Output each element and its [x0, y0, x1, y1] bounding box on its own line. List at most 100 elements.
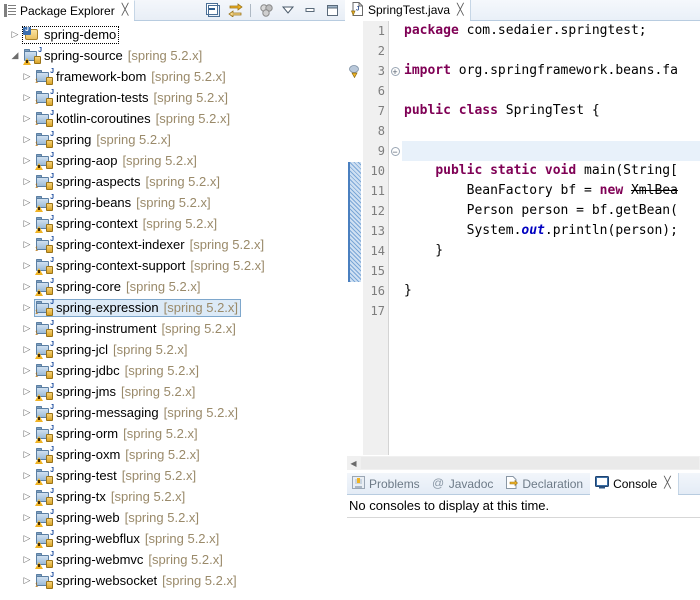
code-line[interactable]: public static void main(String[	[404, 161, 700, 181]
bottom-tab-console[interactable]: Console ╳	[590, 473, 679, 495]
tree-item[interactable]: ▷ J 1 spring [spring 5.2.x]	[0, 129, 345, 150]
tree-item-content[interactable]: Jspring-webflux [spring 5.2.x]	[34, 530, 222, 548]
collapse-arrow-icon[interactable]: ◢	[8, 51, 22, 60]
tree-item[interactable]: ▷ Jspring-orm [spring 5.2.x]	[0, 423, 345, 444]
source-text[interactable]: package com.sedaier.springtest; import o…	[402, 21, 700, 455]
expand-arrow-icon[interactable]: ▷	[20, 240, 34, 249]
tree-item-content[interactable]: J 1 kotlin-coroutines [spring 5.2.x]	[34, 110, 233, 128]
code-line[interactable]	[404, 121, 700, 141]
tree-item-content[interactable]: Jspring-test [spring 5.2.x]	[34, 467, 199, 485]
link-with-editor-button[interactable]	[225, 1, 245, 19]
tree-item[interactable]: ▷ J 1 spring-jdbc [spring 5.2.x]	[0, 360, 345, 381]
tree-item-content[interactable]: Jspring-context-support [spring 5.2.x]	[34, 257, 268, 275]
expand-arrow-icon[interactable]: ▷	[20, 261, 34, 270]
annotation-ruler[interactable]	[347, 21, 363, 455]
tree-item-content[interactable]: J 1 spring-expression [spring 5.2.x]	[34, 298, 242, 317]
editor-horizontal-scrollbar[interactable]: ◀	[347, 455, 700, 470]
tree-item[interactable]: ◢ Jspring-source [spring 5.2.x]	[0, 45, 345, 66]
expand-arrow-icon[interactable]: ▷	[8, 30, 22, 39]
tree-item[interactable]: ▷ Jspring-aop [spring 5.2.x]	[0, 150, 345, 171]
code-line[interactable]: System.out.println(person);	[404, 221, 700, 241]
tree-item-content[interactable]: Jspring-jms [spring 5.2.x]	[34, 383, 198, 401]
tree-item[interactable]: ▷ J 1 kotlin-coroutines [spring 5.2.x]	[0, 108, 345, 129]
expand-arrow-icon[interactable]: ▷	[20, 324, 34, 333]
expand-arrow-icon[interactable]: ▷	[20, 177, 34, 186]
package-explorer-tree[interactable]: ▷spring-demo◢Jspring-source[spring 5.2.x…	[0, 21, 345, 600]
tree-item[interactable]: ▷ Jspring-oxm [spring 5.2.x]	[0, 444, 345, 465]
tree-item[interactable]: ▷ Jspring-context-support [spring 5.2.x]	[0, 255, 345, 276]
tree-item[interactable]: ▷ Jspring-jcl [spring 5.2.x]	[0, 339, 345, 360]
tree-item[interactable]: ▷ J 1 spring-instrument [spring 5.2.x]	[0, 318, 345, 339]
code-line[interactable]: }	[404, 241, 700, 261]
tree-item[interactable]: ▷ J 1 spring-websocket [spring 5.2.x]	[0, 570, 345, 591]
tree-item-content[interactable]: J 1 spring [spring 5.2.x]	[34, 131, 174, 149]
tree-item-content[interactable]: Jspring-jcl [spring 5.2.x]	[34, 341, 190, 359]
tree-item[interactable]: ▷ J 1 integration-tests [spring 5.2.x]	[0, 87, 345, 108]
scrollbar-thumb[interactable]	[361, 457, 699, 469]
tree-item-content[interactable]: Jspring-core [spring 5.2.x]	[34, 278, 203, 296]
expand-arrow-icon[interactable]: ▷	[20, 135, 34, 144]
tree-item-content[interactable]: J 1 integration-tests [spring 5.2.x]	[34, 89, 231, 107]
tree-item[interactable]: ▷ Jspring-webflux [spring 5.2.x]	[0, 528, 345, 549]
tree-item[interactable]: ▷ Jspring-test [spring 5.2.x]	[0, 465, 345, 486]
code-line[interactable]: package com.sedaier.springtest;	[404, 21, 700, 41]
expand-arrow-icon[interactable]: ▷	[20, 576, 34, 585]
code-editor[interactable]: 1 2 3 6 7 8 9 10 11 12 13 14 15 16 17 + − package com.…	[347, 21, 700, 455]
expand-arrow-icon[interactable]: ▷	[20, 555, 34, 564]
expand-arrow-icon[interactable]: ▷	[20, 408, 34, 417]
tree-item-content[interactable]: Jspring-source [spring 5.2.x]	[22, 47, 205, 65]
expand-arrow-icon[interactable]: ▷	[20, 366, 34, 375]
tree-item[interactable]: ▷ J 1 spring-aspects [spring 5.2.x]	[0, 171, 345, 192]
tree-item-content[interactable]: spring-demo	[22, 25, 120, 44]
close-icon[interactable]: ╳	[664, 478, 671, 489]
expand-arrow-icon[interactable]: ▷	[20, 72, 34, 81]
expand-arrow-icon[interactable]: ▷	[20, 450, 34, 459]
expand-arrow-icon[interactable]: ▷	[20, 303, 34, 312]
expand-arrow-icon[interactable]: ▷	[20, 492, 34, 501]
code-line[interactable]	[404, 261, 700, 281]
code-line[interactable]: }	[404, 281, 700, 301]
expand-arrow-icon[interactable]: ▷	[20, 534, 34, 543]
tab-package-explorer[interactable]: Package Explorer ╳	[0, 0, 136, 21]
tree-item[interactable]: ▷ J 1 spring-expression [spring 5.2.x]	[0, 297, 345, 318]
bottom-tab-declaration[interactable]: Declaration	[500, 473, 590, 494]
collapse-all-button[interactable]	[203, 1, 223, 19]
code-line[interactable]	[404, 301, 700, 321]
code-line[interactable]	[404, 41, 700, 61]
expand-arrow-icon[interactable]: ▷	[20, 429, 34, 438]
folding-ruler[interactable]: + −	[389, 21, 402, 455]
tab-springtest-java[interactable]: J SpringTest.java ╳	[347, 0, 471, 21]
tree-item[interactable]: ▷ Jspring-jms [spring 5.2.x]	[0, 381, 345, 402]
tree-item[interactable]: ▷ Jspring-webmvc [spring 5.2.x]	[0, 549, 345, 570]
expand-arrow-icon[interactable]: ▷	[20, 219, 34, 228]
tree-item-content[interactable]: Jspring-webmvc [spring 5.2.x]	[34, 551, 226, 569]
code-line[interactable]	[404, 81, 700, 101]
close-icon[interactable]: ╳	[457, 4, 464, 16]
tree-item-content[interactable]: J 1 spring-websocket [spring 5.2.x]	[34, 572, 240, 590]
scroll-left-arrow-icon[interactable]: ◀	[347, 457, 360, 470]
tree-item-content[interactable]: Jspring-web [spring 5.2.x]	[34, 509, 202, 527]
console-view-body[interactable]: No consoles to display at this time.	[347, 495, 700, 600]
tree-item-content[interactable]: J 1 spring-context-indexer [spring 5.2.x]	[34, 236, 267, 254]
tree-item[interactable]: ▷ Jspring-messaging [spring 5.2.x]	[0, 402, 345, 423]
code-line[interactable]: BeanFactory bf = new XmlBea	[404, 181, 700, 201]
close-icon[interactable]: ╳	[122, 5, 129, 16]
tree-item-content[interactable]: Jspring-orm [spring 5.2.x]	[34, 425, 201, 443]
expand-arrow-icon[interactable]: ▷	[20, 387, 34, 396]
tree-item-content[interactable]: J 1 framework-bom [spring 5.2.x]	[34, 68, 229, 86]
view-filter-button[interactable]	[256, 1, 276, 19]
fold-collapse-icon[interactable]: −	[389, 141, 401, 161]
fold-expand-icon[interactable]: +	[389, 61, 401, 81]
view-menu-button[interactable]	[278, 1, 298, 19]
tree-item[interactable]: ▷ J 1 spring-context-indexer [spring 5.2.x]	[0, 234, 345, 255]
tree-item-content[interactable]: J 1 spring-instrument [spring 5.2.x]	[34, 320, 239, 338]
warning-marker-icon[interactable]	[348, 64, 362, 81]
tree-item-content[interactable]: Jspring-messaging [spring 5.2.x]	[34, 404, 241, 422]
bottom-tab-problems[interactable]: Problems	[347, 473, 427, 494]
maximize-button[interactable]	[322, 1, 342, 19]
tree-item[interactable]: ▷ Jspring-beans [spring 5.2.x]	[0, 192, 345, 213]
tree-item[interactable]: ▷ Jspring-core [spring 5.2.x]	[0, 276, 345, 297]
tree-item-content[interactable]: Jspring-oxm [spring 5.2.x]	[34, 446, 203, 464]
expand-arrow-icon[interactable]: ▷	[20, 471, 34, 480]
tree-item[interactable]: ▷ Jspring-web [spring 5.2.x]	[0, 507, 345, 528]
